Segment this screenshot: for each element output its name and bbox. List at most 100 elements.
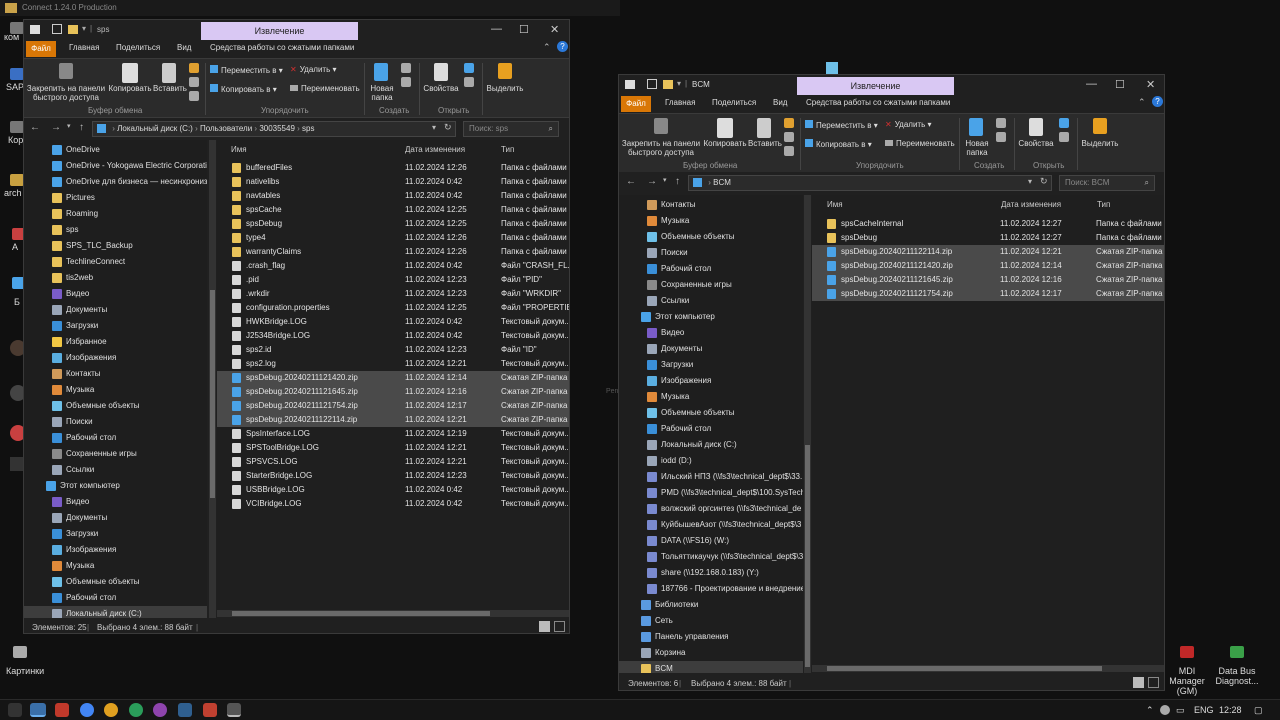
- nav-item[interactable]: Музыка: [24, 382, 207, 398]
- desktop-icon-1[interactable]: ком: [4, 22, 24, 42]
- nav-item[interactable]: Рабочий стол: [619, 421, 803, 437]
- app-taskbar-icon[interactable]: [55, 703, 69, 717]
- nav-item[interactable]: DATA (\\FS16) (W:): [619, 533, 803, 549]
- app-taskbar-icon[interactable]: [129, 703, 143, 717]
- delete-button[interactable]: ✕ Удалить ▾: [290, 65, 337, 74]
- app-taskbar-icon[interactable]: [203, 703, 217, 717]
- horizontal-scrollbar-thumb[interactable]: [232, 611, 490, 616]
- nav-item[interactable]: Загрузки: [24, 526, 207, 542]
- open-icon[interactable]: [1059, 118, 1069, 128]
- copy-to-button[interactable]: Копировать в ▾: [210, 84, 277, 94]
- extract-context-tab[interactable]: Извлечение: [797, 77, 954, 95]
- move-to-button[interactable]: Переместить в ▾: [805, 120, 878, 130]
- tab-file[interactable]: Файл: [621, 96, 651, 112]
- nav-item[interactable]: Изображения: [24, 350, 207, 366]
- properties-qat-icon[interactable]: [52, 24, 62, 34]
- file-row[interactable]: .crash_flag 11.02.2024 0:42 Файл "CRASH_FL…: [217, 259, 569, 273]
- move-to-button[interactable]: Переместить в ▾: [210, 65, 283, 75]
- pin-quick-access-button[interactable]: Закрепить на панели быстрого доступа: [26, 63, 106, 102]
- new-folder-qat-icon[interactable]: [68, 25, 78, 34]
- file-row[interactable]: spsDebug.20240211121645.zip 11.02.2024 12…: [812, 273, 1164, 287]
- nav-item[interactable]: Документы: [619, 341, 803, 357]
- file-row[interactable]: spsDebug.20240211121420.zip 11.02.2024 12…: [217, 371, 569, 385]
- file-row[interactable]: nativelibs 11.02.2024 0:42 Папка с файлами: [217, 175, 569, 189]
- up-icon[interactable]: ↑: [79, 122, 84, 133]
- nav-scrollbar[interactable]: [804, 195, 811, 673]
- file-row[interactable]: spsDebug.20240211122114.zip 11.02.2024 12…: [217, 413, 569, 427]
- copy-path-icon[interactable]: [189, 77, 199, 87]
- nav-scrollbar-thumb[interactable]: [210, 290, 215, 498]
- back-icon[interactable]: ←: [626, 176, 636, 187]
- easy-access-icon[interactable]: [401, 77, 411, 87]
- column-type-header[interactable]: Тип: [1097, 200, 1110, 209]
- file-row[interactable]: J2534Bridge.LOG 11.02.2024 0:42 Текстовый …: [217, 329, 569, 343]
- nav-item[interactable]: Поиски: [24, 414, 207, 430]
- nav-item[interactable]: OneDrive - Yokogawa Electric Corporatio: [24, 158, 207, 174]
- breadcrumb-item[interactable]: Локальный диск (C:): [117, 124, 193, 133]
- select-button[interactable]: Выделить: [1081, 118, 1119, 148]
- column-name-header[interactable]: Имя: [827, 200, 843, 209]
- nav-scrollbar[interactable]: [209, 140, 216, 618]
- details-view-icon[interactable]: [539, 621, 550, 632]
- nav-item[interactable]: Pictures: [24, 190, 207, 206]
- file-explorer-taskbar-icon[interactable]: [30, 703, 46, 717]
- nav-item[interactable]: Контакты: [619, 197, 803, 213]
- nav-item[interactable]: Roaming: [24, 206, 207, 222]
- nav-item[interactable]: Рабочий стол: [619, 261, 803, 277]
- minimize-button[interactable]: —: [491, 23, 502, 35]
- nav-item[interactable]: Музыка: [619, 389, 803, 405]
- breadcrumb-item[interactable]: BCM: [713, 178, 731, 187]
- copy-button[interactable]: Копировать: [702, 118, 748, 148]
- file-row[interactable]: SPSVCS.LOG 11.02.2024 12:21 Текстовый доку…: [217, 455, 569, 469]
- new-folder-button[interactable]: Новая папка: [366, 63, 398, 102]
- nav-item[interactable]: OneDrive: [24, 142, 207, 158]
- tray-app-icon[interactable]: [1160, 705, 1170, 715]
- cut-icon[interactable]: [189, 63, 199, 73]
- nav-item[interactable]: Видео: [24, 286, 207, 302]
- app-taskbar-icon[interactable]: [153, 703, 167, 717]
- new-item-icon[interactable]: [401, 63, 411, 73]
- file-row[interactable]: USBBridge.LOG 11.02.2024 0:42 Текстовый до…: [217, 483, 569, 497]
- nav-item[interactable]: Загрузки: [24, 318, 207, 334]
- tray-overflow-icon[interactable]: ⌃: [1146, 705, 1154, 716]
- close-button[interactable]: ✕: [550, 23, 559, 36]
- file-row[interactable]: SpsInterface.LOG 11.02.2024 12:19 Текстовы…: [217, 427, 569, 441]
- file-row[interactable]: StarterBridge.LOG 11.02.2024 12:23 Текстов…: [217, 469, 569, 483]
- refresh-icon[interactable]: ↻: [1040, 176, 1048, 187]
- network-icon[interactable]: ▭: [1176, 705, 1185, 716]
- maximize-button[interactable]: ☐: [1115, 78, 1125, 91]
- nav-item[interactable]: Документы: [24, 510, 207, 526]
- chrome-taskbar-icon[interactable]: [80, 703, 94, 717]
- nav-item[interactable]: Сеть: [619, 613, 803, 629]
- file-row[interactable]: bufferedFiles 11.02.2024 12:26 Папка с фай…: [217, 161, 569, 175]
- horizontal-scrollbar[interactable]: [217, 610, 569, 617]
- nav-item[interactable]: sps: [24, 222, 207, 238]
- close-button[interactable]: ✕: [1146, 78, 1155, 91]
- properties-qat-icon[interactable]: [647, 79, 657, 89]
- properties-button[interactable]: Свойства: [422, 63, 460, 93]
- nav-item[interactable]: Тольяттикаучук (\\fs3\technical_dept$\3: [619, 549, 803, 565]
- up-icon[interactable]: ↑: [675, 176, 680, 187]
- explorer-window-bcm[interactable]: ▾ | BCM Извлечение — ☐ ✕ Файл Главная По…: [618, 74, 1165, 691]
- file-row[interactable]: SPSToolBridge.LOG 11.02.2024 12:21 Текстов…: [217, 441, 569, 455]
- file-row[interactable]: spsDebug 11.02.2024 12:25 Папка с файлами: [217, 217, 569, 231]
- address-dropdown-icon[interactable]: ▾: [432, 123, 436, 132]
- paste-shortcut-icon[interactable]: [189, 91, 199, 101]
- large-icons-view-icon[interactable]: [1148, 677, 1159, 688]
- title-bar[interactable]: ▾ | BCM Извлечение — ☐ ✕: [619, 75, 1164, 95]
- file-row[interactable]: spsCacheInternal 11.02.2024 12:27 Папка с …: [812, 217, 1164, 231]
- file-row[interactable]: spsDebug.20240211121754.zip 11.02.2024 12…: [217, 399, 569, 413]
- navigation-pane[interactable]: OneDrive OneDrive - Yokogawa Electric Cor…: [24, 140, 207, 618]
- nav-item[interactable]: волжский оргсинтез (\\fs3\technical_de: [619, 501, 803, 517]
- copy-path-icon[interactable]: [784, 132, 794, 142]
- copy-to-button[interactable]: Копировать в ▾: [805, 139, 872, 149]
- file-row[interactable]: spsDebug.20240211121645.zip 11.02.2024 12…: [217, 385, 569, 399]
- file-row[interactable]: spsCache 11.02.2024 12:25 Папка с файлами: [217, 203, 569, 217]
- maximize-button[interactable]: ☐: [519, 23, 529, 36]
- forward-icon[interactable]: →: [51, 122, 61, 133]
- navigation-pane[interactable]: Контакты Музыка Объемные объекты Поиски Рабо…: [619, 195, 803, 673]
- nav-scrollbar-thumb[interactable]: [805, 445, 810, 667]
- desktop-icon-sap[interactable]: SAP: [6, 68, 24, 92]
- file-row[interactable]: VCIBridge.LOG 11.02.2024 0:42 Текстовый до…: [217, 497, 569, 511]
- nav-item[interactable]: Сохраненные игры: [619, 277, 803, 293]
